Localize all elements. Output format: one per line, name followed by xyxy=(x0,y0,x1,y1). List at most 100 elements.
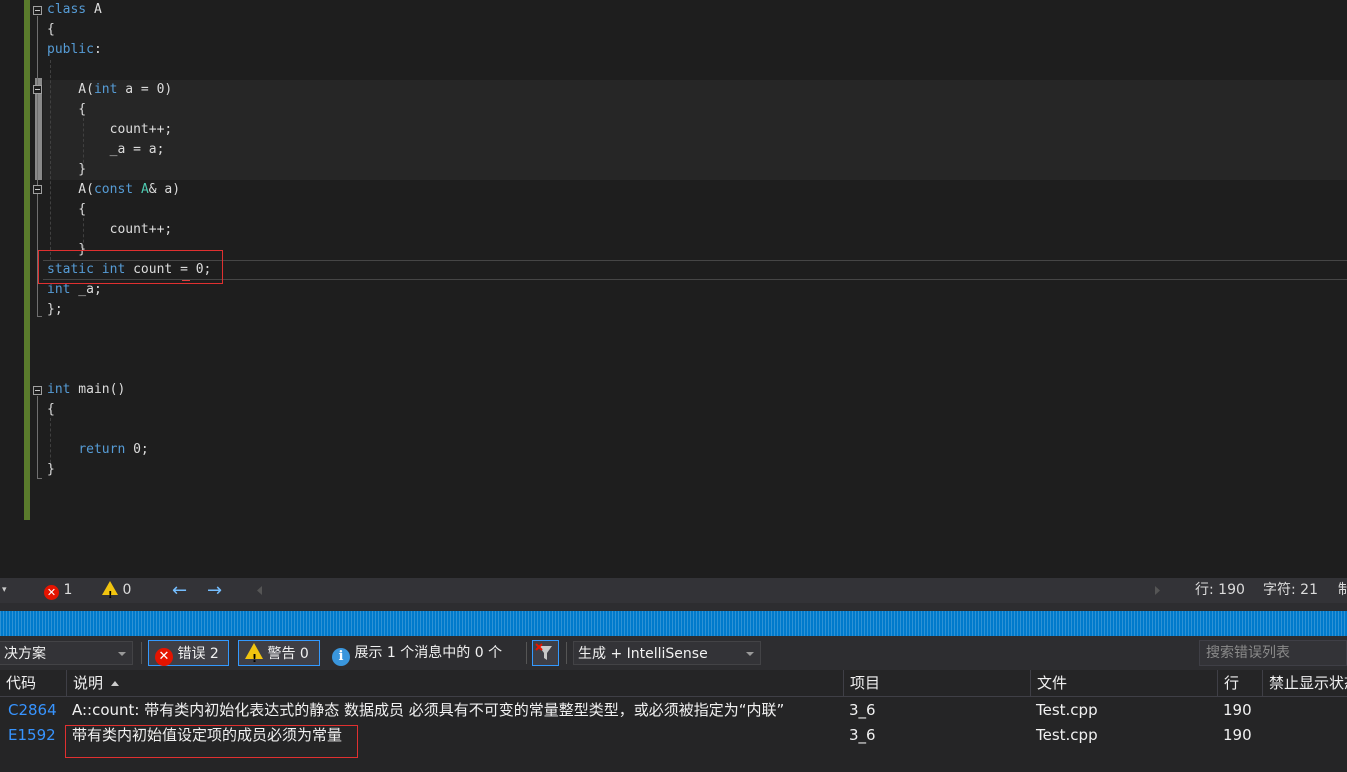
error-code-link[interactable]: C2864 xyxy=(8,698,57,723)
column-header-line[interactable]: 行 xyxy=(1217,670,1262,697)
collapse-ctor-icon[interactable] xyxy=(33,85,42,94)
outline-end-main xyxy=(37,478,42,479)
collapse-main-icon[interactable] xyxy=(33,386,42,395)
editor-status-strip: ▾ ✕ 1 ! 0 ← → 行: 190 字符: 21 制 xyxy=(0,578,1347,603)
code-token: { xyxy=(47,22,55,37)
code-token: A xyxy=(86,2,102,17)
warning-count: 0 xyxy=(122,582,132,598)
code-editor[interactable]: class A{public: A(int a = 0) { count++; … xyxy=(0,0,1347,578)
code-token: int xyxy=(47,382,71,397)
code-line[interactable]: public: xyxy=(47,40,102,60)
code-line[interactable]: A(int a = 0) xyxy=(47,80,172,100)
clear-filter-button[interactable] xyxy=(532,640,559,666)
error-count-indicator[interactable]: ✕ 1 xyxy=(44,578,72,603)
code-token: A( xyxy=(47,182,94,197)
code-line[interactable]: { xyxy=(47,20,55,40)
outline-end xyxy=(37,316,42,317)
code-token: count++; xyxy=(47,222,173,237)
column-header-file[interactable]: 文件 xyxy=(1030,670,1217,697)
code-token: a = 0) xyxy=(117,82,173,97)
zoom-dropdown-arrow[interactable]: ▾ xyxy=(2,578,7,603)
column-header-project[interactable]: 项目 xyxy=(843,670,1030,697)
table-row[interactable]: C2864 A::count: 带有类内初始化表达式的静态 数据成员 必须具有不… xyxy=(0,698,1347,723)
errors-filter-button[interactable]: ✕ 错误 2 xyxy=(148,640,229,666)
error-description: A::count: 带有类内初始化表达式的静态 数据成员 必须具有不可变的常量整… xyxy=(72,701,785,719)
code-line[interactable]: int main() xyxy=(47,380,125,400)
code-token: }; xyxy=(47,302,63,317)
errors-filter-label: 错误 2 xyxy=(177,646,219,662)
code-token: 0; xyxy=(125,442,149,457)
code-token: public xyxy=(47,42,94,57)
code-token: & a) xyxy=(148,182,181,197)
info-icon: i xyxy=(332,648,350,666)
code-line[interactable]: class A xyxy=(47,0,102,20)
code-line[interactable]: { xyxy=(47,200,86,220)
code-token: : xyxy=(93,42,102,57)
error-squiggle xyxy=(182,278,190,281)
error-line: 190 xyxy=(1223,701,1252,719)
current-line-highlight xyxy=(43,260,1347,280)
divider xyxy=(141,642,142,664)
scope-dropdown[interactable]: 决方案 xyxy=(0,641,133,665)
code-token: count++; xyxy=(47,122,173,137)
divider xyxy=(566,642,567,664)
code-token: { xyxy=(47,402,55,417)
char-indicator: 字符: 21 xyxy=(1263,582,1318,598)
warnings-filter-button[interactable]: ! 警告 0 xyxy=(238,640,320,666)
highlighted-block xyxy=(43,80,1347,180)
code-line[interactable]: { xyxy=(47,400,55,420)
error-project: 3_6 xyxy=(849,701,876,719)
error-icon: ✕ xyxy=(44,585,59,600)
outline-line-main xyxy=(37,396,38,478)
error-file: Test.cpp xyxy=(1036,726,1098,744)
code-line[interactable]: _a = a; xyxy=(47,140,165,160)
build-filter-dropdown[interactable]: 生成 + IntelliSense xyxy=(573,641,761,665)
code-line[interactable]: count++; xyxy=(47,120,173,140)
collapse-class-icon[interactable] xyxy=(33,6,42,15)
code-token: main() xyxy=(70,382,126,397)
code-token: return xyxy=(78,442,126,457)
code-token: class xyxy=(47,2,87,17)
error-code-link[interactable]: E1592 xyxy=(8,723,56,748)
panel-title-bar[interactable] xyxy=(0,611,1347,636)
warning-icon: ! xyxy=(245,643,263,665)
code-token: } xyxy=(47,462,55,477)
forward-arrow-icon[interactable]: → xyxy=(207,578,222,603)
error-icon: ✕ xyxy=(155,648,173,666)
code-line[interactable]: } xyxy=(47,460,55,480)
code-line[interactable]: { xyxy=(47,100,86,120)
code-line[interactable]: A(const A& a) xyxy=(47,180,180,200)
search-placeholder: 搜索错误列表 xyxy=(1206,645,1290,661)
collapse-copy-ctor-icon[interactable] xyxy=(33,185,42,194)
warning-count-indicator[interactable]: ! 0 xyxy=(102,578,131,603)
back-arrow-icon[interactable]: ← xyxy=(172,578,187,603)
panel-separator xyxy=(0,603,1347,611)
code-token: const xyxy=(93,182,134,197)
code-line[interactable]: count++; xyxy=(47,220,173,240)
column-header-suppression[interactable]: 禁止显示状态 xyxy=(1262,670,1347,697)
annotation-box-static-count xyxy=(38,250,223,284)
code-token: _a; xyxy=(70,282,102,297)
truncated-indicator: 制 xyxy=(1338,582,1347,598)
table-header: 代码 说明 项目 文件 行 禁止显示状态 xyxy=(0,670,1347,697)
code-token: _a = a; xyxy=(47,142,165,157)
code-token: int xyxy=(47,282,71,297)
code-line[interactable]: }; xyxy=(47,300,63,320)
messages-filter-button[interactable]: i 展示 1 个消息中的 0 个 xyxy=(332,640,502,666)
code-token: int xyxy=(93,82,118,97)
code-token: { xyxy=(47,102,87,117)
code-line[interactable]: return 0; xyxy=(47,440,149,460)
change-tracking-bar xyxy=(24,0,30,520)
chevron-down-icon xyxy=(118,652,126,656)
line-indicator: 行: 190 xyxy=(1195,582,1245,598)
horizontal-scrollbar[interactable] xyxy=(255,585,1165,596)
code-line[interactable]: } xyxy=(47,160,86,180)
column-header-description[interactable]: 说明 xyxy=(66,670,843,697)
column-header-code[interactable]: 代码 xyxy=(0,670,66,697)
search-error-list-input[interactable]: 搜索错误列表 xyxy=(1199,640,1347,666)
error-list-toolbar: 决方案 ✕ 错误 2 ! 警告 0 i 展示 1 个消息中的 0 个 生成 + … xyxy=(0,636,1347,670)
messages-filter-label: 展示 1 个消息中的 0 个 xyxy=(354,645,503,661)
sort-ascending-icon xyxy=(111,681,120,686)
